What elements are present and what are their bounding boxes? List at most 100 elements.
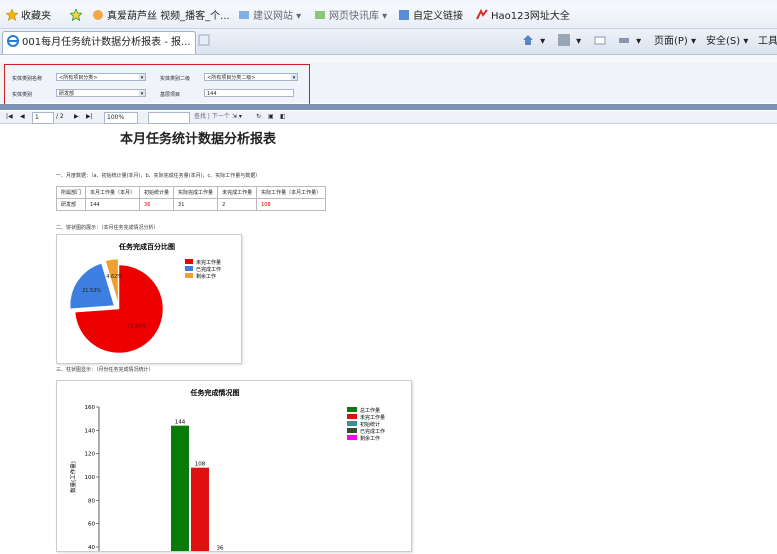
rss-icon <box>558 34 570 46</box>
tab-title: 001每月任务统计数据分析报表 - 报... <box>22 37 191 48</box>
table-header-cell: 所属部门 <box>55 186 87 199</box>
y-tick-label: 160 <box>85 405 96 411</box>
legend-swatch <box>347 414 357 419</box>
new-tab-button[interactable] <box>198 34 213 50</box>
legend-label: 剩余工作 <box>360 435 380 442</box>
parameters-highlight-box <box>4 64 310 105</box>
help-icon[interactable]: ◧ <box>280 112 286 122</box>
pie-legend-label: 剩余工作 <box>196 273 216 280</box>
page-menu[interactable]: 页面(P) ▾ <box>654 34 696 50</box>
ie-icon <box>7 35 19 47</box>
zoom-select[interactable]: 100% <box>104 112 138 124</box>
safety-menu[interactable]: 安全(S) ▾ <box>706 34 748 50</box>
tools-menu[interactable]: 工具 <box>758 34 777 50</box>
web-slice-label: 网页快讯库 <box>329 11 379 22</box>
custom-links-label: 自定义链接 <box>413 11 463 22</box>
y-axis-label: 数量(工作量) <box>69 461 77 493</box>
home-icon <box>523 35 533 45</box>
export-icon[interactable]: ⇲ ▾ <box>232 112 242 122</box>
pie-slice-label: 73.85% <box>127 323 146 329</box>
find-input[interactable] <box>148 112 190 124</box>
browser-tab[interactable]: 001每月任务统计数据分析报表 - 报... <box>2 31 196 54</box>
chart-title: 任务完成情况图 <box>190 388 240 397</box>
parameter-splitter[interactable] <box>0 104 777 110</box>
pie-slice-label: 4.62% <box>106 274 122 280</box>
hao123-icon <box>476 9 488 20</box>
bar <box>171 425 189 553</box>
find-next-link[interactable]: 查找 | 下一个 <box>194 112 230 122</box>
y-tick-label: 100 <box>85 475 96 481</box>
print-button[interactable]: ▾ <box>618 34 641 50</box>
tab-bar: 001每月任务统计数据分析报表 - 报... ▾ ▾ ▾ 页面(P) ▾ 安全(… <box>0 29 777 55</box>
read-mail-button[interactable] <box>594 34 609 50</box>
bar-value-label: 36 <box>217 546 224 551</box>
next-page-icon[interactable]: ▶ <box>74 112 79 122</box>
legend-label: 未完工作量 <box>360 414 385 421</box>
page-icon <box>399 10 409 20</box>
web-slice-icon <box>315 11 325 19</box>
table-header-cell: 初始统计量 <box>139 186 175 199</box>
section-3-heading: 三、柱状图显示：（月份任务完成情况统计） <box>56 367 154 373</box>
table-cell: 144 <box>85 198 141 211</box>
report-page: 本月任务统计数据分析报表 一、月度数据：（a、初始统计量(本月)，b、实际完成任… <box>8 124 768 554</box>
web-slice-gallery-button[interactable]: 网页快讯库 ▾ <box>314 9 387 25</box>
page-menu-label: 页面(P) <box>654 36 688 47</box>
bar <box>191 467 209 553</box>
pie-legend-swatch <box>185 266 193 271</box>
pie-title: 任务完成百分比图 <box>118 242 175 251</box>
refresh-icon[interactable]: ↻ <box>256 112 261 122</box>
legend-swatch <box>347 421 357 426</box>
table-cell: 2 <box>217 198 258 211</box>
pie-legend-label: 已完成工作 <box>196 266 221 273</box>
table-header-cell: 本月工作量（本月） <box>85 186 141 199</box>
summary-table: 所属部门 本月工作量（本月） 初始统计量 实际完成工作量 未完成工作量 实际工作… <box>55 186 327 211</box>
print-report-icon[interactable]: ▣ <box>268 112 274 122</box>
pie-chart-panel: 任务完成百分比图 73.85% 21.53% 4.62% 未完工作量 已完成工作 剩余工作 <box>56 234 242 364</box>
hao123-label: Hao123网址大全 <box>491 11 570 22</box>
y-tick-label: 140 <box>85 428 96 434</box>
hao123-link[interactable]: Hao123网址大全 <box>476 9 570 25</box>
bar-chart-panel: 任务完成情况图 40 60 80 100 120 140 160 数量(工作量) 144 108 36… <box>56 380 412 554</box>
favorites-button[interactable]: 收藏夹 <box>6 9 51 25</box>
add-favorite-button[interactable] <box>70 9 85 25</box>
prev-page-icon[interactable]: ◀ <box>20 112 25 122</box>
table-header-cell: 未完成工作量 <box>217 186 258 199</box>
table-cell: 31 <box>173 198 219 211</box>
legend-swatch <box>347 407 357 412</box>
custom-links-button[interactable]: 自定义链接 <box>398 9 463 25</box>
y-tick-label: 80 <box>88 498 95 504</box>
favorite-link-1-label: 真爱葫芦丝 视频_播客_个... <box>107 11 230 22</box>
table-header-row: 所属部门 本月工作量（本月） 初始统计量 实际完成工作量 未完成工作量 实际工作… <box>55 186 327 199</box>
table-cell: 36 <box>139 198 175 211</box>
suggested-sites-button[interactable]: 建议网站 ▾ <box>238 9 301 25</box>
y-tick-label: 40 <box>88 545 95 551</box>
mail-icon <box>594 36 606 45</box>
pie-legend-label: 未完工作量 <box>196 259 221 266</box>
table-header-cell: 实际完成工作量 <box>173 186 219 199</box>
pie-slice <box>69 263 115 310</box>
table-cell: 研发部 <box>55 198 87 211</box>
table-header-cell: 实际工作量（本月工作量） <box>256 186 327 199</box>
report-toolbar: |◀ ◀ 1 / 2 ▶ ▶| 100% 查找 | 下一个 ⇲ ▾ ↻ ▣ ◧ <box>0 111 777 124</box>
y-tick-label: 60 <box>88 522 95 528</box>
bar-chart: 任务完成情况图 40 60 80 100 120 140 160 数量(工作量) 144 108 36… <box>69 388 385 554</box>
page-count: / 2 <box>56 113 64 120</box>
bar-value-label: 108 <box>195 462 206 468</box>
page-number-input[interactable]: 1 <box>32 112 54 124</box>
page-icon <box>93 10 103 20</box>
new-tab-icon <box>198 34 210 46</box>
favorite-link-1[interactable]: 真爱葫芦丝 视频_播客_个... <box>92 9 230 25</box>
favorites-bar: 收藏夹 真爱葫芦丝 视频_播客_个... 建议网站 ▾ 网页快讯库 ▾ 自定义链… <box>0 6 777 29</box>
printer-icon <box>619 38 629 43</box>
report-title: 本月任务统计数据分析报表 <box>120 132 277 147</box>
legend-swatch <box>347 435 357 440</box>
pie-slice-label: 21.53% <box>82 288 101 294</box>
home-button[interactable]: ▾ <box>522 34 545 50</box>
section-1-heading: 一、月度数据：（a、初始统计量(本月)，b、实际完成任务量(本月)，c、实际工作… <box>56 173 261 179</box>
feeds-button[interactable]: ▾ <box>558 34 581 50</box>
pie-chart: 任务完成百分比图 73.85% 21.53% 4.62% 未完工作量已完成工作剩余工作 <box>69 242 221 354</box>
first-page-icon[interactable]: |◀ <box>6 112 13 122</box>
bar-value-label: 144 <box>175 420 186 426</box>
last-page-icon[interactable]: ▶| <box>86 112 93 122</box>
legend-label: 初始统计 <box>360 421 380 428</box>
